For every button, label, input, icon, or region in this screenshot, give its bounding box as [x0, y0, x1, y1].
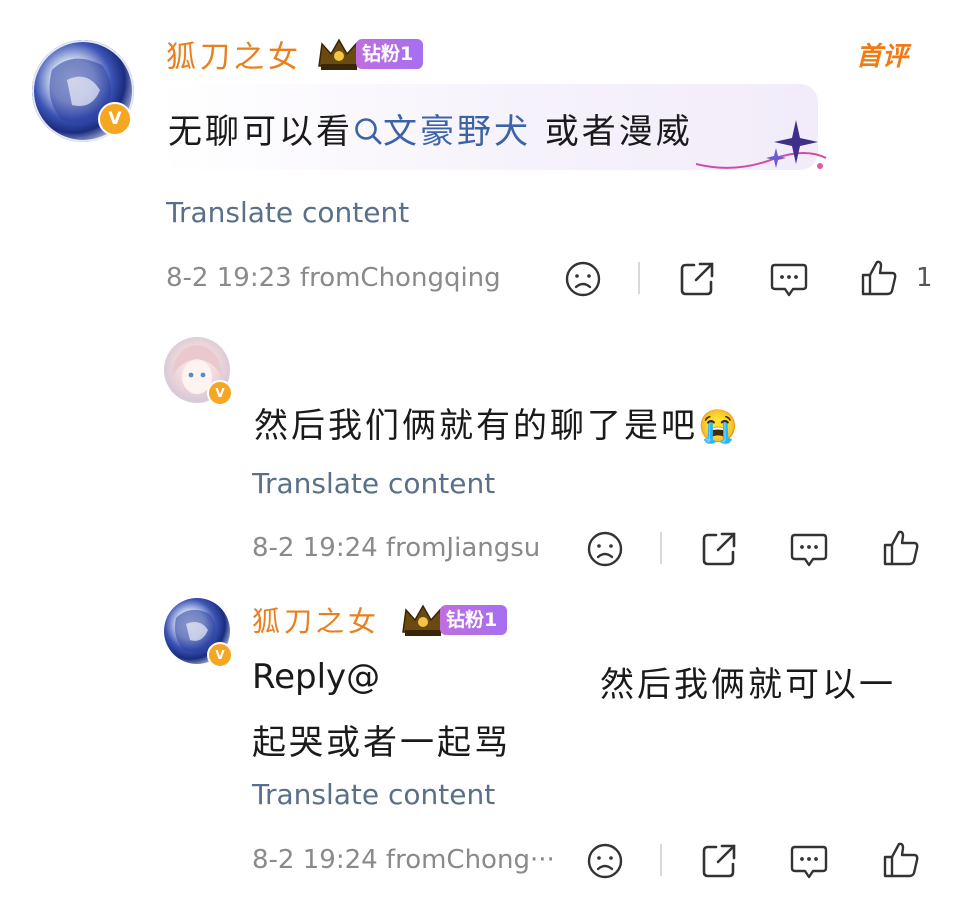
fan-badge: 钻粉1 [400, 604, 508, 636]
reply-text-body: 然后我们俩就有的聊了是吧 [254, 406, 698, 446]
like-button[interactable] [880, 838, 922, 882]
share-button[interactable] [676, 258, 718, 300]
comment-text-before: 无聊可以看 [168, 112, 353, 152]
share-icon [702, 844, 736, 878]
reply-meta: 8-2 19:24 fromChong··· [252, 845, 555, 875]
dislike-icon [587, 843, 623, 879]
like-button[interactable] [858, 256, 900, 300]
like-count: 1 [916, 263, 933, 293]
topic-link[interactable]: 文豪野犬 [353, 112, 531, 152]
reply-text-line2: 起哭或者一起骂 [252, 723, 511, 763]
fan-badge: 钻粉1 [316, 38, 424, 70]
action-divider [638, 262, 640, 294]
sparkle-decoration [696, 120, 827, 169]
search-icon [355, 118, 382, 145]
share-icon [680, 262, 714, 296]
action-divider [660, 844, 662, 876]
fan-level-label: 钻粉1 [440, 605, 508, 635]
reply-text: 然后我们俩就有的聊了是吧😭 [254, 398, 741, 447]
translate-link[interactable]: Translate content [166, 196, 409, 229]
crying-emoji: 😭 [698, 407, 741, 445]
topic-text: 文豪野犬 [383, 112, 531, 152]
share-button[interactable] [698, 528, 740, 570]
username[interactable]: 狐刀之女 [166, 32, 302, 76]
action-divider [660, 532, 662, 564]
translate-link[interactable]: Translate content [252, 778, 495, 811]
comment-icon [790, 533, 828, 567]
dislike-icon [587, 531, 623, 567]
first-comment-tag: 首评 [856, 42, 909, 72]
comment-text-after: 或者漫威 [531, 112, 693, 152]
verified-icon: V [207, 380, 233, 406]
comment-button[interactable] [768, 258, 810, 300]
reply-text-line1: 然后我俩就可以一 [600, 665, 896, 705]
comment-icon [770, 263, 808, 297]
reply-meta: 8-2 19:24 fromJiangsu [252, 533, 541, 563]
comment-meta: 8-2 19:23 fromChongqing [166, 263, 501, 293]
share-icon [702, 532, 736, 566]
like-icon [861, 260, 897, 296]
share-button[interactable] [698, 840, 740, 882]
like-icon [883, 842, 919, 878]
reply-mention-prefix[interactable]: Reply@ [252, 657, 380, 697]
like-button[interactable] [880, 526, 922, 570]
verified-icon: V [207, 642, 233, 668]
comment-icon [790, 845, 828, 879]
like-icon [883, 530, 919, 566]
translate-link[interactable]: Translate content [252, 467, 495, 500]
fan-level-label: 钻粉1 [356, 39, 424, 69]
dislike-icon [565, 261, 601, 297]
dislike-button[interactable] [584, 840, 626, 882]
comment-text: 无聊可以看 文豪野犬 或者漫威 [168, 104, 693, 153]
comment-button[interactable] [788, 840, 830, 882]
username[interactable]: 狐刀之女 [252, 600, 380, 640]
dislike-button[interactable] [562, 258, 604, 300]
dislike-button[interactable] [584, 528, 626, 570]
comment-button[interactable] [788, 528, 830, 570]
verified-icon: V [98, 102, 132, 136]
